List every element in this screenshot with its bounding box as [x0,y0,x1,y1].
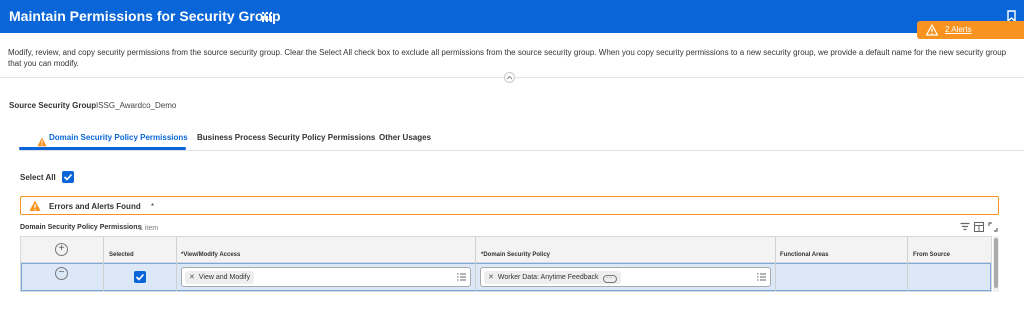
add-row-button[interactable]: + [55,243,68,256]
selected-value-pill: ✕ Worker Data: Anytime Feedback ··· [484,271,621,284]
errors-alerts-label: Errors and Alerts Found [49,202,141,211]
grid-item-count: 1 item [139,225,159,232]
view-modify-access-prompt[interactable]: ✕ View and Modify [181,267,471,287]
more-options-icon[interactable]: ··· [602,275,617,283]
warning-icon [926,24,938,36]
grid-scrollbar[interactable] [993,236,999,292]
domain-security-policy-prompt[interactable]: ✕ Worker Data: Anytime Feedback ··· [480,267,771,287]
tab-other-usages[interactable]: Other Usages [379,133,431,142]
column-settings-icon[interactable] [974,222,984,232]
column-header-selected[interactable]: Selected [109,252,134,258]
warning-icon [37,137,47,147]
chevron-up-icon [506,75,513,80]
column-divider [103,237,104,291]
column-header-domain-security-policy[interactable]: *Domain Security Policy [481,252,550,258]
remove-value-icon[interactable]: ✕ [488,274,494,281]
grid-title: Domain Security Policy Permissions [20,224,142,231]
selected-value-pill: ✕ View and Modify [185,271,255,284]
errors-alerts-marker: * [151,202,155,211]
scrollbar-thumb[interactable] [994,238,998,288]
grid-header: + Selected *View/Modify Access *Domain S… [21,237,991,263]
source-group-label: Source Security Group [9,101,97,110]
checkmark-icon [63,173,73,181]
collapse-button[interactable] [504,72,515,83]
page-title: Maintain Permissions for Security Group [9,8,281,24]
tab-domain-security-policy-permissions[interactable]: Domain Security Policy Permissions [49,133,188,142]
active-tab-indicator [19,147,186,150]
row-selected-checkbox[interactable] [134,271,146,283]
header-bar: Maintain Permissions for Security Group [0,0,1024,33]
remove-value-icon[interactable]: ✕ [189,274,195,281]
tabs-divider [19,150,1024,151]
column-divider [775,237,776,291]
expand-icon[interactable] [988,222,998,232]
column-header-functional-areas[interactable]: Functional Areas [780,252,828,258]
warning-icon [29,200,41,211]
domain-security-policy-value: Worker Data: Anytime Feedback [497,274,599,281]
errors-alerts-banner[interactable]: Errors and Alerts Found * [20,196,999,215]
view-modify-access-value: View and Modify [198,274,251,281]
prompt-list-icon[interactable] [757,273,766,281]
alerts-label[interactable]: 2 Alerts [945,25,972,34]
column-header-view-modify-access[interactable]: *View/Modify Access [181,252,240,258]
tab-business-process-security-policy-permissions[interactable]: Business Process Security Policy Permiss… [197,133,375,142]
prompt-list-icon[interactable] [457,273,466,281]
select-all-label: Select All [20,173,56,182]
column-divider [475,237,476,291]
select-all-checkbox[interactable] [62,171,74,183]
page-description: Modify, review, and copy security permis… [8,48,1007,68]
checkmark-icon [135,273,145,281]
remove-row-button[interactable]: − [55,267,68,280]
source-group-value: ISSG_Awardco_Demo [96,101,177,110]
column-header-from-source[interactable]: From Source [913,252,950,258]
related-actions-icon[interactable] [261,11,273,23]
filter-icon[interactable] [960,222,970,232]
column-divider [907,237,908,291]
column-divider [176,237,177,291]
alerts-button[interactable]: 2 Alerts [917,21,1024,39]
